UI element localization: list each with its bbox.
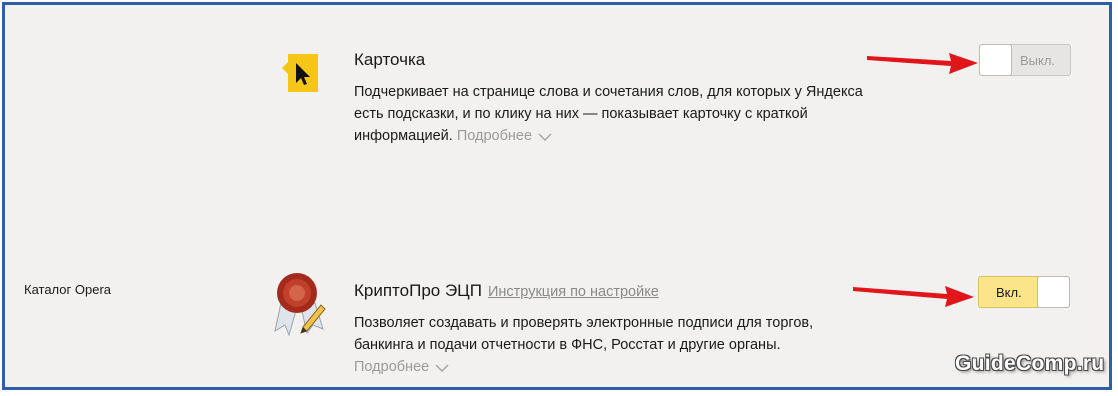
toggle-label: Вкл. — [996, 285, 1022, 300]
more-details-link[interactable]: Подробнее — [354, 356, 449, 378]
setup-instructions-link[interactable]: Инструкция по настройке — [488, 284, 659, 300]
watermark-logo: GuideComp.ru — [955, 352, 1105, 375]
toggle-label: Выкл. — [1020, 53, 1056, 68]
catalog-opera-label: Каталог Opera — [24, 282, 112, 297]
chevron-down-icon — [538, 132, 552, 141]
more-details-link[interactable]: Подробнее — [457, 125, 552, 147]
description-line: есть подсказки, и по клику на них — пока… — [354, 106, 808, 122]
description-line: банкинга и подачи отчетности в ФНС, Росс… — [354, 337, 781, 353]
description-line: Подчеркивает на странице слова и сочетан… — [354, 84, 863, 100]
ext-title-kartochka: Карточка — [354, 50, 426, 69]
red-arrow-icon — [853, 286, 974, 307]
ext-description-kartochka: Подчеркивает на странице слова и сочетан… — [354, 81, 863, 147]
description-line-text: информацией. — [354, 128, 453, 144]
description-line: Подробнее — [354, 356, 813, 378]
extensions-panel: Каталог Opera Карточка Подчеркивает на с… — [2, 2, 1112, 390]
kartochka-toggle[interactable]: Выкл. — [979, 44, 1071, 76]
description-line: Позволяет создавать и проверять электрон… — [354, 315, 814, 331]
cryptopro-toggle[interactable]: Вкл. — [978, 276, 1070, 308]
more-details-label: Подробнее — [456, 128, 533, 144]
chevron-down-icon — [435, 363, 449, 372]
red-arrow-icon — [867, 53, 978, 74]
wax-seal-certificate-icon — [267, 267, 329, 339]
toggle-knob — [979, 44, 1012, 76]
ext-description-cryptopro: Позволяет создавать и проверять электрон… — [354, 312, 813, 378]
ext-title-cryptopro: КриптоПро ЭЦП Инструкция по настройке — [354, 281, 659, 301]
ext-title-text: КриптоПро ЭЦП — [354, 281, 482, 300]
more-details-label: Подробнее — [354, 359, 430, 375]
cursor-card-icon — [272, 50, 322, 96]
toggle-knob — [1037, 276, 1070, 308]
description-line: информацией. Подробнее — [354, 125, 863, 147]
